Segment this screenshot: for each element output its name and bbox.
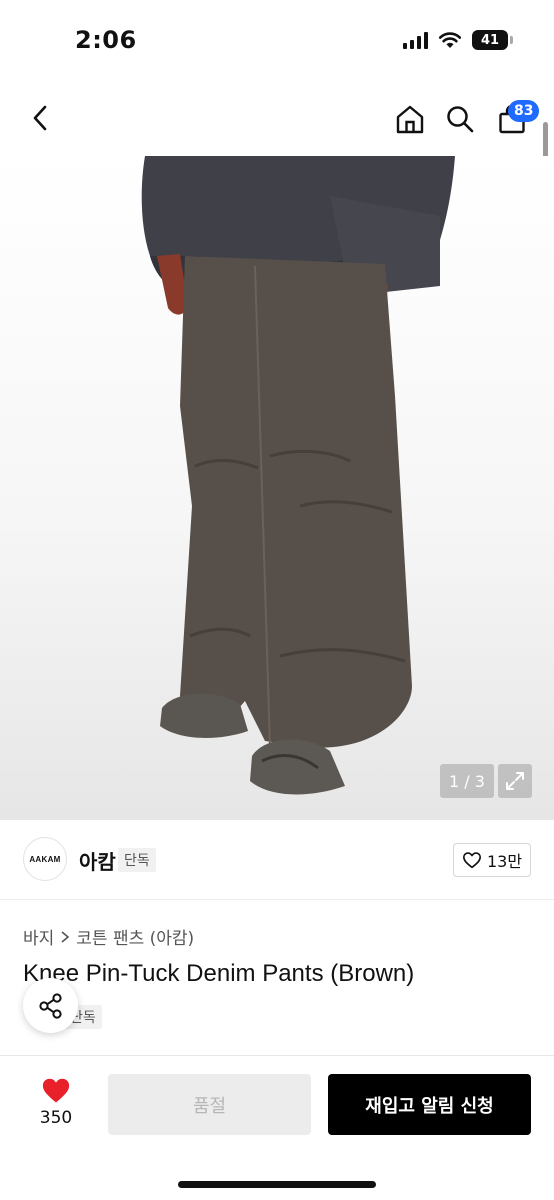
- brand-like-button[interactable]: 13만: [453, 843, 531, 877]
- product-title: Knee Pin-Tuck Denim Pants (Brown): [23, 960, 415, 987]
- status-bar: 2:06 41: [0, 0, 554, 84]
- brand-name[interactable]: 아캄: [79, 846, 116, 875]
- share-icon: [38, 992, 62, 1019]
- battery-level: 41: [480, 32, 500, 48]
- signal-icon: [403, 31, 428, 49]
- heart-outline-icon: [462, 852, 481, 869]
- restock-notify-button[interactable]: 재입고 알림 신청: [328, 1074, 531, 1135]
- image-counter: 1 / 3: [440, 764, 494, 798]
- status-time: 2:06: [75, 26, 137, 54]
- home-icon: [396, 105, 424, 134]
- product-photo: [141, 156, 455, 795]
- bottom-action-bar: 350 품절 재입고 알림 신청: [0, 1055, 554, 1200]
- navigation-bar: [0, 84, 554, 156]
- search-icon: [447, 106, 474, 133]
- status-icons: 41: [403, 30, 513, 50]
- product-image[interactable]: [0, 156, 554, 820]
- search-button[interactable]: [442, 101, 478, 137]
- breadcrumb: 바지 코튼 팬츠 (아캄): [23, 924, 194, 949]
- exclusive-badge: 단독: [118, 848, 156, 872]
- sold-out-button[interactable]: 품절: [108, 1074, 311, 1135]
- expand-image-button[interactable]: [498, 764, 532, 798]
- share-button[interactable]: [23, 978, 78, 1033]
- wifi-icon: [438, 32, 462, 48]
- wishlist-button[interactable]: 350: [30, 1076, 82, 1128]
- breadcrumb-subcategory[interactable]: 코튼 팬츠 (아캄): [76, 924, 194, 949]
- expand-icon: [506, 772, 524, 790]
- chevron-right-icon: [61, 930, 70, 943]
- back-button[interactable]: [22, 100, 58, 136]
- cart-count-badge: 83: [508, 100, 540, 122]
- brand-logo[interactable]: AAKAM: [23, 837, 67, 881]
- brand-like-count: 13만: [486, 852, 523, 871]
- wishlist-count: 350: [39, 1108, 73, 1128]
- battery-icon: 41: [472, 30, 513, 50]
- breadcrumb-category[interactable]: 바지: [23, 924, 54, 949]
- heart-filled-icon: [42, 1078, 70, 1103]
- brand-row: AAKAM 아캄 단독 13만: [0, 820, 554, 900]
- home-button[interactable]: [392, 101, 428, 137]
- back-icon: [33, 105, 47, 131]
- home-indicator[interactable]: [178, 1181, 376, 1188]
